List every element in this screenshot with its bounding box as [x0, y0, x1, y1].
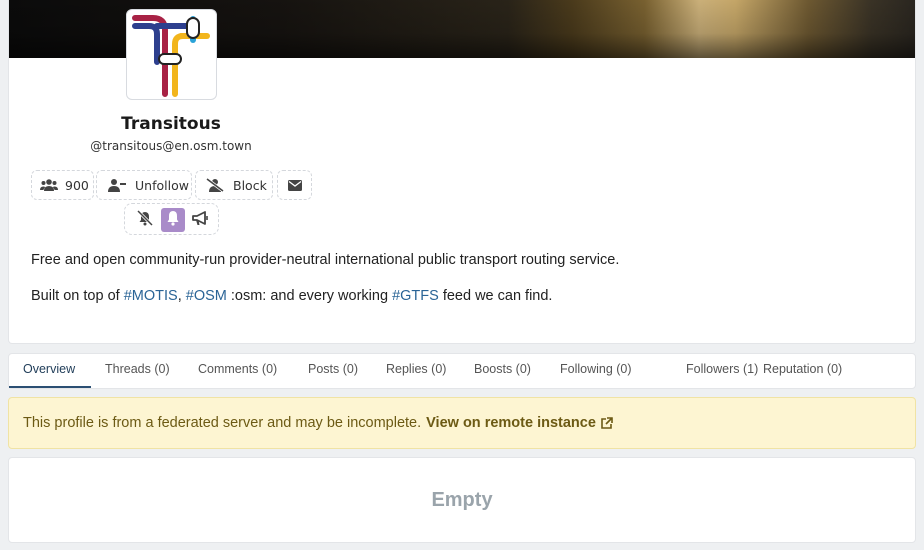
block-button[interactable]: Block	[195, 170, 273, 200]
unfollow-label: Unfollow	[135, 177, 189, 193]
hashtag-osm-link[interactable]: #OSM	[186, 288, 227, 304]
mute-notifications-button[interactable]	[133, 208, 157, 232]
users-icon	[39, 177, 59, 193]
tab-posts[interactable]: Posts (0)	[308, 362, 358, 376]
bio-line-2: Built on top of #MOTIS, #OSM :osm: and e…	[31, 288, 891, 304]
bio-text: :osm: and every working	[226, 288, 393, 304]
tab-boosts[interactable]: Boosts (0)	[474, 362, 531, 376]
profile-tabs: Overview Threads (0) Comments (0) Posts …	[8, 353, 916, 389]
profile-name: Transitous	[121, 114, 221, 134]
followers-count: 900	[65, 177, 89, 193]
message-button[interactable]	[277, 170, 312, 200]
bell-slash-icon	[136, 209, 154, 230]
bio-line-1: Free and open community-run provider-neu…	[31, 252, 620, 268]
announcements-button[interactable]	[188, 208, 212, 232]
unfollow-button[interactable]: Unfollow	[96, 170, 192, 200]
bio-text: feed we can find.	[438, 288, 553, 304]
envelope-icon	[285, 177, 305, 193]
federated-profile-alert: This profile is from a federated server …	[8, 397, 916, 449]
notification-options	[124, 203, 219, 235]
hashtag-motis-link[interactable]: #MOTIS	[124, 288, 178, 304]
bio-text: Built on top of	[31, 288, 124, 304]
tab-comments[interactable]: Comments (0)	[198, 362, 277, 376]
block-label: Block	[233, 177, 267, 193]
profile-handle: @transitous@en.osm.town	[90, 139, 252, 153]
tab-reputation[interactable]: Reputation (0)	[763, 362, 842, 376]
hashtag-gtfs-link[interactable]: #GTFS	[392, 288, 439, 304]
notify-button-active[interactable]	[161, 208, 185, 232]
tab-replies[interactable]: Replies (0)	[386, 362, 446, 376]
empty-state-label: Empty	[431, 488, 493, 511]
view-remote-instance-link[interactable]: View on remote instance	[426, 415, 596, 431]
external-link-icon	[600, 416, 613, 430]
profile-card: Transitous @transitous@en.osm.town 900 U…	[8, 0, 916, 344]
followers-count-button[interactable]: 900	[31, 170, 94, 200]
bell-icon	[166, 210, 180, 230]
user-minus-icon	[107, 177, 127, 193]
active-tab-indicator	[9, 386, 91, 388]
tab-following[interactable]: Following (0)	[560, 362, 632, 376]
transitous-logo	[132, 15, 210, 97]
tab-followers[interactable]: Followers (1)	[686, 362, 758, 376]
bio-text: ,	[177, 288, 186, 304]
tab-overview[interactable]: Overview	[23, 362, 75, 376]
megaphone-icon	[192, 210, 208, 230]
avatar	[126, 9, 217, 100]
user-slash-icon	[205, 177, 225, 193]
tab-threads[interactable]: Threads (0)	[105, 362, 170, 376]
content-area: Empty	[8, 457, 916, 543]
alert-message: This profile is from a federated server …	[23, 415, 422, 431]
